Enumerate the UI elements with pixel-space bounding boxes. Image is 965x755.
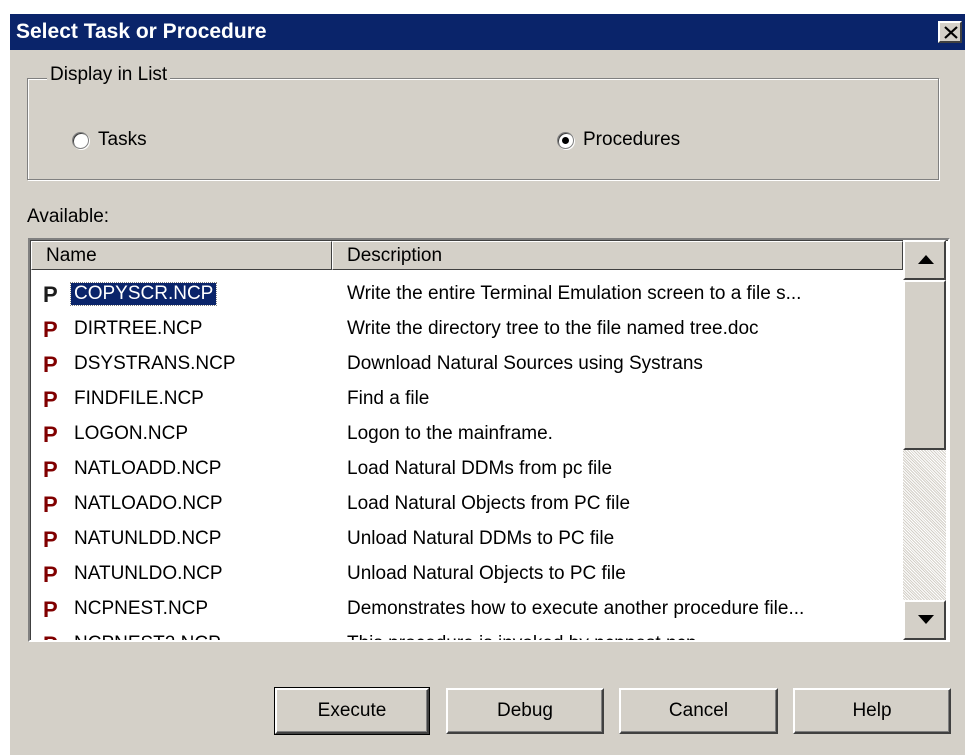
list-item[interactable]: P NATLOADO.NCP Load Natural Objects from… <box>31 490 903 525</box>
debug-button[interactable]: Debug <box>446 688 604 734</box>
arrow-down-icon <box>918 615 934 624</box>
procedure-list[interactable]: Name Description P COPYSCR.NCP Write the… <box>28 238 950 642</box>
item-description: Write the entire Terminal Emulation scre… <box>347 283 802 304</box>
procedure-icon: P <box>43 492 58 517</box>
procedure-icon: P <box>43 422 58 447</box>
item-name: NATUNLDO.NCP <box>74 563 223 584</box>
list-item[interactable]: P NATUNLDO.NCP Unload Natural Objects to… <box>31 560 903 595</box>
tasks-radio-label: Tasks <box>98 129 147 150</box>
scroll-up-button[interactable] <box>903 240 946 280</box>
procedure-icon: P <box>43 457 58 482</box>
item-name: DSYSTRANS.NCP <box>74 353 236 374</box>
procedures-radio-circle[interactable] <box>557 131 574 149</box>
list-item[interactable]: P NATUNLDD.NCP Unload Natural DDMs to PC… <box>31 525 903 560</box>
procedure-icon: P <box>43 352 58 377</box>
item-description: Unload Natural DDMs to PC file <box>347 528 615 549</box>
list-item[interactable]: P DSYSTRANS.NCP Download Natural Sources… <box>31 350 903 385</box>
column-header-description[interactable]: Description <box>332 241 903 270</box>
item-description: Find a file <box>347 388 430 409</box>
cancel-button[interactable]: Cancel <box>619 688 778 734</box>
list-item[interactable]: P NCPNEST2.NCP This procedure is invoked… <box>31 630 903 640</box>
vertical-scrollbar[interactable] <box>903 240 946 640</box>
item-name: NCPNEST.NCP <box>74 598 209 619</box>
procedure-icon: P <box>43 527 58 552</box>
item-description: Unload Natural Objects to PC file <box>347 563 626 584</box>
list-item[interactable]: P FINDFILE.NCP Find a file <box>31 385 903 420</box>
procedure-icon: P <box>43 317 58 342</box>
list-item[interactable]: P DIRTREE.NCP Write the directory tree t… <box>31 315 903 350</box>
item-description: This procedure is invoked by ncpnest.ncp <box>347 633 697 640</box>
procedures-radio-label: Procedures <box>583 129 681 150</box>
item-description: Load Natural DDMs from pc file <box>347 458 613 479</box>
procedure-icon: P <box>43 562 58 587</box>
procedure-icon: P <box>43 387 58 412</box>
item-description: Load Natural Objects from PC file <box>347 493 631 514</box>
title-bar[interactable]: Select Task or Procedure <box>10 14 965 50</box>
item-name: NATLOADO.NCP <box>74 493 223 514</box>
list-item[interactable]: P NATLOADD.NCP Load Natural DDMs from pc… <box>31 455 903 490</box>
arrow-up-icon <box>918 255 934 264</box>
procedures-radio[interactable]: Procedures <box>557 129 680 151</box>
window-title: Select Task or Procedure <box>16 20 267 43</box>
help-button[interactable]: Help <box>793 688 951 734</box>
procedure-icon: P <box>43 282 58 307</box>
item-name: NATLOADD.NCP <box>74 458 222 479</box>
item-description: Download Natural Sources using Systrans <box>347 353 703 374</box>
item-name: LOGON.NCP <box>74 423 189 444</box>
item-description: Demonstrates how to execute another proc… <box>347 598 805 619</box>
list-item[interactable]: P NCPNEST.NCP Demonstrates how to execut… <box>31 595 903 630</box>
tasks-radio[interactable]: Tasks <box>72 129 147 151</box>
tasks-radio-circle[interactable] <box>72 131 89 149</box>
list-item[interactable]: P COPYSCR.NCP Write the entire Terminal … <box>31 280 903 315</box>
item-name: NATUNLDD.NCP <box>74 528 222 549</box>
item-name: DIRTREE.NCP <box>74 318 203 339</box>
available-label: Available: <box>27 206 110 227</box>
execute-button[interactable]: Execute <box>274 687 430 735</box>
display-in-list-group <box>27 78 939 180</box>
scroll-thumb[interactable] <box>903 280 946 450</box>
procedure-icon: P <box>43 632 58 640</box>
close-icon <box>944 26 958 39</box>
radio-selected-dot <box>562 136 569 144</box>
item-name: FINDFILE.NCP <box>74 388 204 409</box>
list-item[interactable]: P LOGON.NCP Logon to the mainframe. <box>31 420 903 455</box>
procedure-icon: P <box>43 597 58 622</box>
column-header-name[interactable]: Name <box>31 241 332 270</box>
item-name: COPYSCR.NCP <box>69 282 218 306</box>
item-description: Write the directory tree to the file nam… <box>347 318 759 339</box>
display-in-list-legend: Display in List <box>47 64 171 86</box>
close-button[interactable] <box>938 21 962 43</box>
item-description: Logon to the mainframe. <box>347 423 553 444</box>
list-header: Name Description <box>31 241 903 270</box>
item-name: NCPNEST2.NCP <box>71 633 224 640</box>
scroll-down-button[interactable] <box>903 600 946 640</box>
list-rows: P COPYSCR.NCP Write the entire Terminal … <box>31 280 903 640</box>
